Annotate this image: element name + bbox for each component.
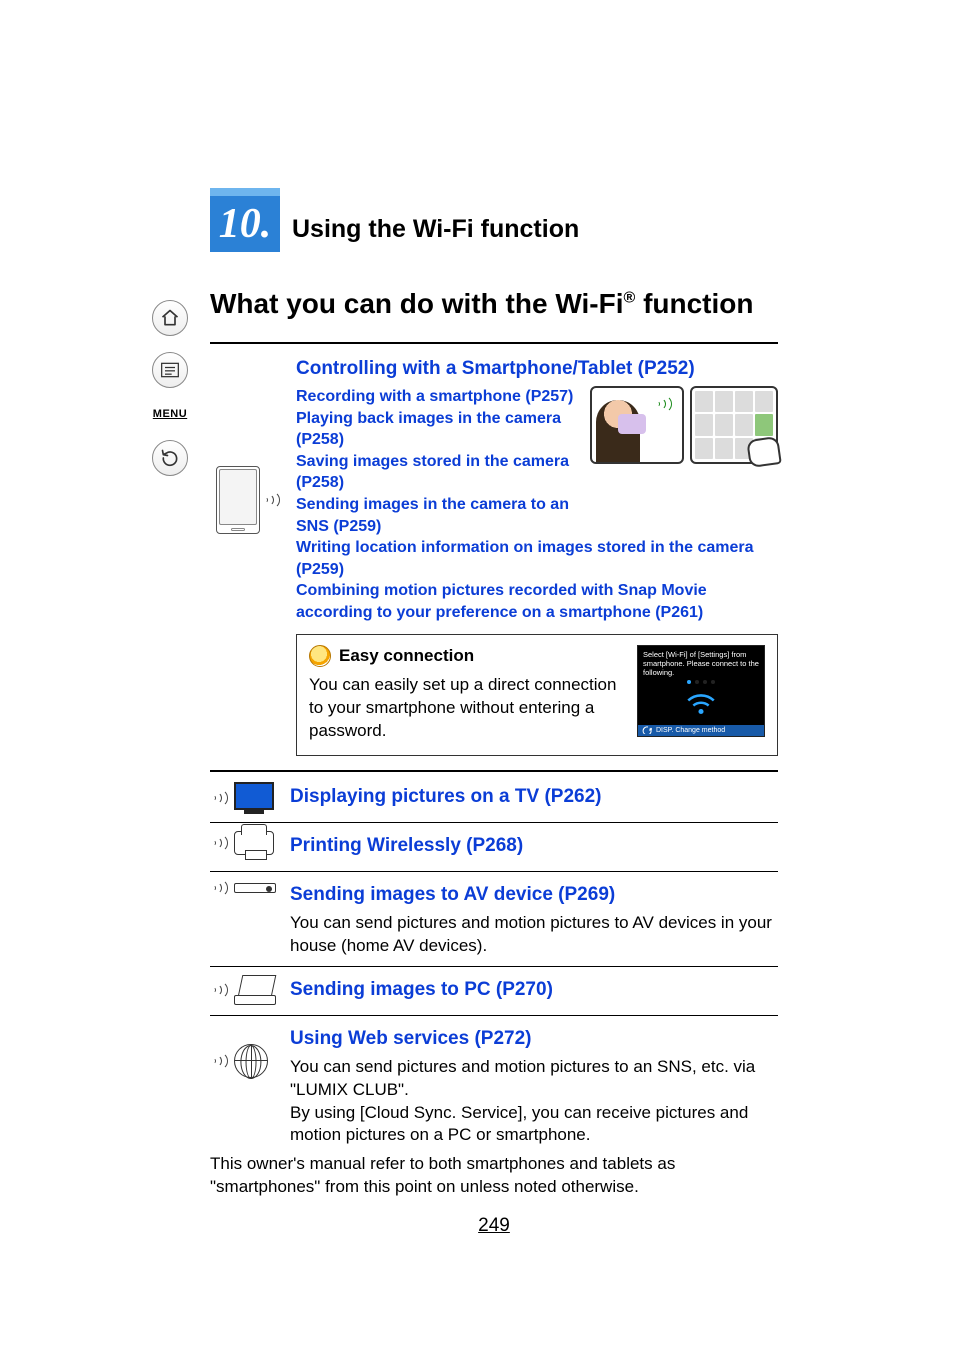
link-controlling-smartphone[interactable]: Controlling with a Smartphone/Tablet (P2… (296, 358, 778, 380)
link-combining-snap-movie[interactable]: Combining motion pictures recorded with … (296, 580, 778, 623)
globe-icon (210, 1024, 278, 1078)
back-arrow-icon (642, 726, 652, 734)
printer-icon (210, 831, 278, 855)
link-sending-av[interactable]: Sending images to AV device (P269) (290, 884, 778, 906)
wifi-icon (262, 492, 282, 508)
chapter-title: Using the Wi-Fi function (292, 215, 579, 252)
footnote: This owner's manual refer to both smartp… (210, 1153, 778, 1199)
link-display-tv[interactable]: Displaying pictures on a TV (P262) (290, 786, 778, 808)
home-icon[interactable] (152, 300, 188, 336)
av-description: You can send pictures and motion picture… (290, 912, 778, 958)
page-number: 249 (210, 1215, 778, 1237)
smartphone-illustration (216, 466, 282, 534)
menu-link[interactable]: MENU (153, 408, 187, 420)
link-recording-smartphone[interactable]: Recording with a smartphone (P257) (296, 386, 574, 408)
link-saving-images[interactable]: Saving images stored in the camera (P258… (296, 451, 574, 494)
link-web-services[interactable]: Using Web services (P272) (290, 1028, 778, 1050)
av-device-icon (210, 880, 278, 896)
nav-sidebar: MENU (147, 300, 193, 476)
chapter-number-box: 10. (210, 188, 280, 252)
pc-icon (210, 975, 278, 1005)
easy-connection-box: Easy connection You can easily set up a … (296, 634, 778, 756)
tv-icon (210, 782, 278, 814)
page-content: 10. Using the Wi-Fi function What you ca… (210, 188, 778, 1237)
page-title: What you can do with the Wi-Fi® function (210, 288, 778, 320)
link-printing-wirelessly[interactable]: Printing Wirelessly (P268) (290, 835, 778, 857)
easy-connection-body: You can easily set up a direct connectio… (309, 674, 627, 743)
link-writing-location[interactable]: Writing location information on images s… (296, 537, 778, 580)
link-sending-sns[interactable]: Sending images in the camera to an SNS (… (296, 494, 574, 537)
controlling-illustration (590, 386, 778, 464)
easy-connection-title: Easy connection (339, 645, 474, 668)
back-icon[interactable] (152, 440, 188, 476)
camera-screen-illustration: Select [Wi-Fi] of [Settings] from smartp… (637, 645, 765, 737)
contents-icon[interactable] (152, 352, 188, 388)
link-sending-pc[interactable]: Sending images to PC (P270) (290, 979, 778, 1001)
hand-icon (746, 436, 782, 468)
web-description-2: By using [Cloud Sync. Service], you can … (290, 1102, 778, 1148)
wifi-icon (684, 690, 718, 716)
link-playback-camera[interactable]: Playing back images in the camera (P258) (296, 408, 574, 451)
web-description-1: You can send pictures and motion picture… (290, 1056, 778, 1102)
tip-bulb-icon (309, 645, 331, 667)
